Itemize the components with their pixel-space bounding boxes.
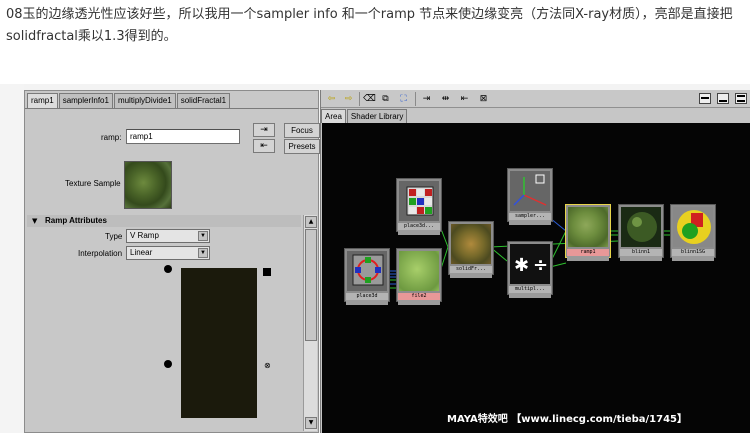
sampler-axis-icon	[510, 171, 550, 211]
ramp-name-field[interactable]: ramp1	[126, 129, 240, 144]
scroll-thumb[interactable]	[305, 229, 317, 341]
node-label: blinn1SG	[672, 249, 714, 256]
toolbar-separator	[359, 92, 360, 106]
hypershade-tabs: Area Shader Library	[321, 109, 408, 123]
tab-solidfractal1[interactable]: solidFractal1	[176, 93, 231, 108]
ramp-gradient[interactable]	[181, 268, 257, 418]
type-label: Type	[105, 232, 123, 241]
ramp-name-label: ramp:	[101, 133, 122, 142]
chevron-down-icon: ▼	[198, 231, 208, 241]
type-value: V Ramp	[130, 231, 159, 240]
node-file2[interactable]: file2	[396, 248, 442, 305]
node-place3d-left[interactable]: place3d	[344, 248, 390, 305]
tab-multiplydivide1[interactable]: multiplyDivide1	[113, 93, 176, 108]
ramp-color-handle[interactable]	[164, 360, 172, 368]
input-connections-icon[interactable]: ⇥	[420, 93, 433, 105]
scroll-up-icon[interactable]: ▲	[305, 216, 317, 228]
ramp-color-square[interactable]	[263, 268, 271, 276]
focus-button[interactable]: Focus	[284, 123, 320, 138]
attribute-scrollbar[interactable]: ▲ ▼	[303, 215, 317, 431]
node-label: file2	[398, 293, 440, 300]
interpolation-label: Interpolation	[78, 249, 123, 258]
clear-graph-icon[interactable]: ⊠	[477, 93, 490, 105]
arrow-right-icon[interactable]: ⇨	[342, 93, 355, 105]
node-ports[interactable]	[346, 300, 388, 305]
node-samplerinfo[interactable]: sampler...	[507, 168, 553, 225]
node-ports[interactable]	[620, 256, 662, 261]
multiply-divide-icon: ✱ ÷	[510, 244, 550, 284]
attribute-editor: ramp1 samplerInfo1 multiplyDivide1 solid…	[24, 90, 320, 433]
tab-area[interactable]: Area	[321, 109, 346, 123]
node-solidfractal[interactable]: solidFr...	[448, 221, 494, 278]
output-connections-icon[interactable]: ⇤	[458, 93, 471, 105]
node-label: multipl...	[509, 286, 551, 293]
node-ports[interactable]	[509, 220, 551, 225]
node-multiplydivide[interactable]: ✱ ÷ multipl...	[507, 241, 553, 298]
tab-ramp1[interactable]: ramp1	[27, 93, 58, 108]
presets-button[interactable]: Presets	[284, 139, 320, 154]
blinn-sphere-icon	[621, 207, 661, 247]
screenshot-margin	[0, 84, 24, 433]
ramp-color-handle[interactable]	[164, 265, 172, 273]
interpolation-dropdown[interactable]: Linear ▼	[126, 246, 210, 260]
layout-top-icon[interactable]	[699, 93, 711, 104]
ramp-attributes-title: Ramp Attributes	[45, 216, 107, 225]
ramp-swatch	[568, 207, 608, 247]
node-label: blinn1	[620, 249, 662, 256]
tab-divider	[25, 108, 318, 109]
tab-shader-library[interactable]: Shader Library	[346, 109, 408, 123]
node-label: ramp1	[567, 249, 609, 256]
svg-text:✱: ✱	[514, 255, 529, 276]
ramp-attributes-header[interactable]: ▼ Ramp Attributes	[27, 215, 301, 227]
node-ports[interactable]	[567, 256, 609, 261]
interpolation-value: Linear	[130, 248, 153, 257]
scroll-down-icon[interactable]: ▼	[305, 417, 317, 429]
node-blinn1sg[interactable]: blinn1SG	[670, 204, 716, 261]
network-icon[interactable]: ⛶	[397, 93, 410, 105]
graph-icon[interactable]: ⧉	[379, 93, 392, 105]
texture-sample-swatch[interactable]	[124, 161, 172, 209]
output-connection-button[interactable]: ⇤	[253, 139, 275, 153]
node-ports[interactable]	[398, 300, 440, 305]
maya-screenshot: ramp1 samplerInfo1 multiplyDivide1 solid…	[0, 84, 750, 433]
place3d-cube-icon	[399, 181, 439, 221]
texture-sample-label: Texture Sample	[65, 179, 121, 188]
solidfractal-swatch	[451, 224, 491, 264]
shading-group-icon	[673, 207, 713, 247]
toolbar-separator	[415, 92, 416, 106]
article-caption: 08玉的边缘透光性应该好些，所以我用一个sampler info 和一个ramp…	[6, 7, 733, 44]
svg-text:÷: ÷	[533, 255, 548, 276]
node-ramp1[interactable]: ramp1	[565, 204, 611, 261]
type-dropdown[interactable]: V Ramp ▼	[126, 229, 210, 243]
node-place3d-top[interactable]: place3d...	[396, 178, 442, 235]
file-texture-swatch	[399, 251, 439, 291]
layout-bottom-icon[interactable]	[717, 93, 729, 104]
node-ports[interactable]	[509, 293, 551, 298]
node-label: place3d...	[398, 223, 440, 230]
watermark-text: MAYA特效吧 【www.linecg.com/tieba/1745】	[447, 414, 688, 425]
chevron-down-icon: ▼	[198, 248, 208, 258]
node-label: sampler...	[509, 213, 551, 220]
eraser-icon[interactable]: ⌫	[363, 93, 376, 105]
tab-samplerinfo1[interactable]: samplerInfo1	[58, 93, 113, 108]
place2d-grid-icon	[347, 251, 387, 291]
node-label: place3d	[346, 293, 388, 300]
node-label: solidFr...	[450, 266, 492, 273]
node-ports[interactable]	[398, 230, 440, 235]
collapse-arrow-icon: ▼	[32, 217, 38, 225]
node-ports[interactable]	[450, 273, 492, 278]
input-output-icon[interactable]: ⇹	[439, 93, 452, 105]
arrow-left-icon[interactable]: ⇦	[325, 93, 338, 105]
hypershade-work-area[interactable]: place3d... place3d file2 solidFr... samp…	[322, 123, 750, 433]
layout-split-icon[interactable]	[735, 93, 747, 104]
hypershade-toolbar: ⇦ ⇨ ⌫ ⧉ ⛶ ⇥ ⇹ ⇤ ⊠	[321, 90, 750, 108]
node-ports[interactable]	[672, 256, 714, 261]
input-connection-button[interactable]: ⇥	[253, 123, 275, 137]
hypershade-panel: ⇦ ⇨ ⌫ ⧉ ⛶ ⇥ ⇹ ⇤ ⊠ Area Shader Library pl…	[320, 90, 750, 433]
attribute-tabs: ramp1 samplerInfo1 multiplyDivide1 solid…	[27, 93, 231, 108]
node-blinn1[interactable]: blinn1	[618, 204, 664, 261]
delete-entry-icon[interactable]: ⊗	[264, 362, 271, 370]
